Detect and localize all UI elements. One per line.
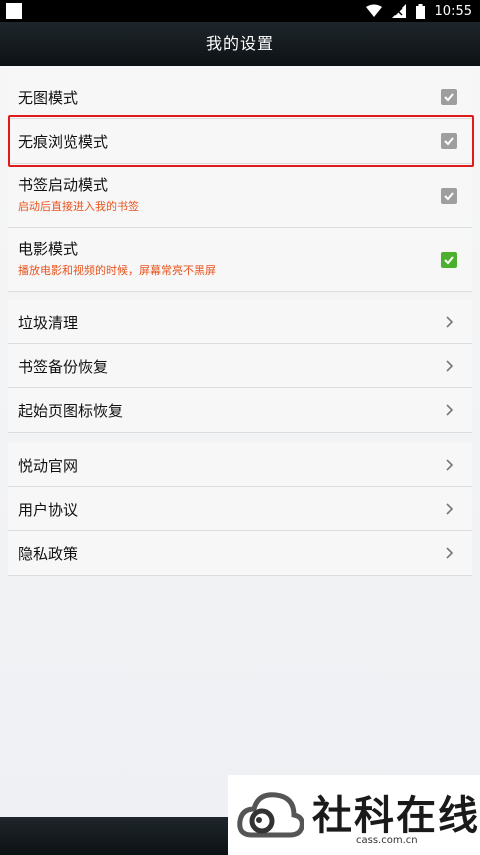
highlight-box [8,115,474,167]
setting-bookmark-launch-mode[interactable]: 书签启动模式 启动后直接进入我的书签 [8,164,472,228]
status-bar: 10:55 [0,0,480,22]
setting-label: 隐私政策 [18,545,79,563]
page-title: 我的设置 [205,34,274,53]
battery-icon [415,3,425,19]
watermark-text: 社科在线 [312,793,480,839]
checkbox-no-image-mode[interactable] [441,89,457,105]
cloud-logo-icon [237,792,304,838]
setting-junk-clean[interactable]: 垃圾清理 [8,300,472,344]
watermark-url: cass.com.cn [356,835,418,846]
setting-no-image-mode[interactable]: 无图模式 [8,74,472,119]
setting-label: 书签备份恢复 [18,358,109,376]
settings-content: 无图模式 无痕浏览模式 书签启动模式 启动后直接进入我的书签 电影模式 播放电影… [0,66,480,855]
setting-privacy-policy[interactable]: 隐私政策 [8,531,472,576]
settings-group-about: 悦动官网 用户协议 隐私政策 [8,443,472,576]
status-time: 10:55 [434,3,472,19]
status-icons: 10:55 [365,0,472,22]
setting-subtitle: 启动后直接进入我的书签 [18,200,139,213]
chevron-right-icon [446,503,454,515]
setting-label: 无图模式 [18,89,79,107]
setting-label: 书签启动模式 [18,176,109,194]
settings-group-toggles: 无图模式 无痕浏览模式 书签启动模式 启动后直接进入我的书签 电影模式 播放电影… [8,74,472,292]
setting-label: 电影模式 [18,240,79,258]
setting-user-agreement[interactable]: 用户协议 [8,487,472,531]
checkbox-bookmark-launch-mode[interactable] [441,188,457,204]
signal-icon [391,4,406,18]
setting-homepage-icon-restore[interactable]: 起始页图标恢复 [8,388,472,433]
setting-label: 起始页图标恢复 [18,402,124,420]
settings-group-tools: 垃圾清理 书签备份恢复 起始页图标恢复 [8,300,472,433]
notification-icon [6,3,22,19]
chevron-right-icon [446,360,454,372]
setting-subtitle: 播放电影和视频的时候，屏幕常亮不黑屏 [18,264,216,277]
setting-official-site[interactable]: 悦动官网 [8,443,472,487]
chevron-right-icon [446,547,454,559]
chevron-right-icon [446,316,454,328]
setting-label: 垃圾清理 [18,314,79,332]
wifi-icon [365,4,382,18]
chevron-right-icon [446,404,454,416]
watermark: 社科在线 cass.com.cn [228,775,480,855]
setting-movie-mode[interactable]: 电影模式 播放电影和视频的时候，屏幕常亮不黑屏 [8,228,472,292]
setting-label: 悦动官网 [18,457,79,475]
setting-bookmark-backup[interactable]: 书签备份恢复 [8,344,472,388]
checkbox-movie-mode[interactable] [441,252,457,268]
chevron-right-icon [446,459,454,471]
setting-label: 用户协议 [18,501,79,519]
app-header: 我的设置 [0,22,480,66]
